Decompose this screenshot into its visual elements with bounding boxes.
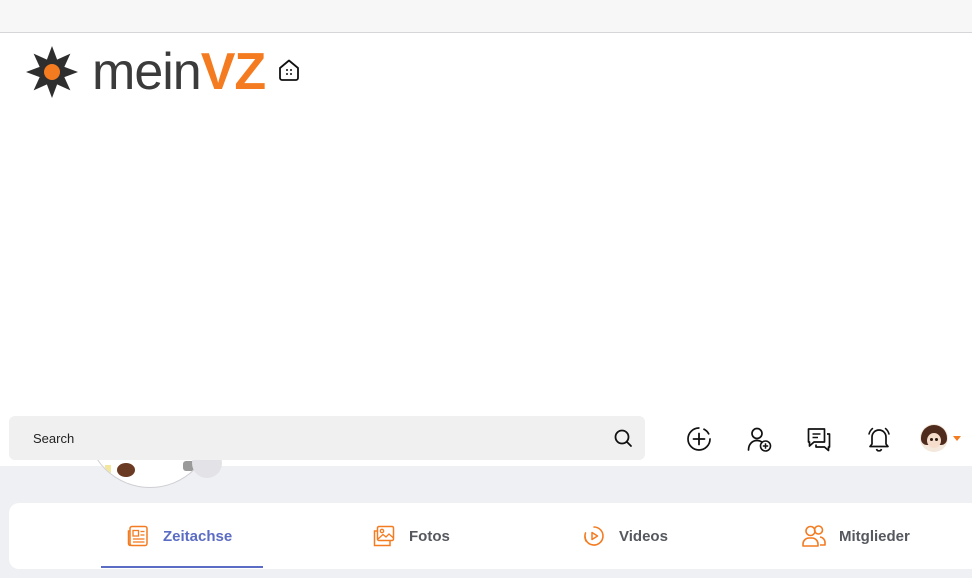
- create-post-button[interactable]: [684, 424, 714, 454]
- timeline-icon: [125, 523, 151, 549]
- tab-label: Mitglieder: [839, 527, 910, 545]
- user-avatar-face: [927, 433, 941, 448]
- search-button[interactable]: [601, 416, 645, 460]
- user-avatar-eye: [935, 438, 938, 441]
- site-name-part2: VZ: [200, 43, 266, 101]
- photos-icon: [371, 523, 397, 549]
- tab-label: Fotos: [409, 527, 450, 545]
- site-name: meinVZ: [92, 43, 266, 101]
- search-icon: [614, 429, 632, 447]
- chevron-down-icon: [953, 435, 961, 441]
- messages-icon: [807, 428, 831, 452]
- notification-bell-icon: [868, 427, 890, 452]
- search-bar: [9, 416, 645, 460]
- notifications-button[interactable]: [864, 424, 894, 454]
- tab-label: Videos: [619, 527, 668, 545]
- profile-picture-detail: [117, 463, 135, 477]
- messages-button[interactable]: [804, 424, 834, 454]
- videos-icon: [581, 523, 607, 549]
- user-avatar-eye: [930, 438, 933, 441]
- tab-zeitachse[interactable]: Zeitachse: [125, 503, 232, 569]
- browser-top-bar: [0, 0, 972, 33]
- tab-videos[interactable]: Videos: [581, 503, 668, 569]
- search-input[interactable]: [9, 416, 601, 460]
- site-name-part1: mein: [92, 43, 202, 101]
- profile-tabs: Zeitachse Fotos Videos Mitglieder: [9, 503, 972, 569]
- home-icon: [279, 59, 299, 81]
- tab-label: Zeitachse: [163, 527, 233, 545]
- tab-fotos[interactable]: Fotos: [371, 503, 450, 569]
- user-menu[interactable]: [920, 423, 961, 453]
- members-icon: [801, 523, 827, 549]
- user-avatar: [920, 424, 948, 452]
- home-button[interactable]: [275, 56, 303, 84]
- tab-mitglieder[interactable]: Mitglieder: [801, 503, 910, 569]
- active-tab-indicator: [101, 566, 263, 568]
- profile-picture-detail: [105, 465, 111, 475]
- add-friend-icon: [747, 427, 772, 452]
- add-circle-icon: [687, 427, 711, 451]
- friend-requests-button[interactable]: [744, 424, 774, 454]
- meinvz-logo-icon: [26, 46, 78, 98]
- site-logo[interactable]: meinVZ: [22, 43, 266, 101]
